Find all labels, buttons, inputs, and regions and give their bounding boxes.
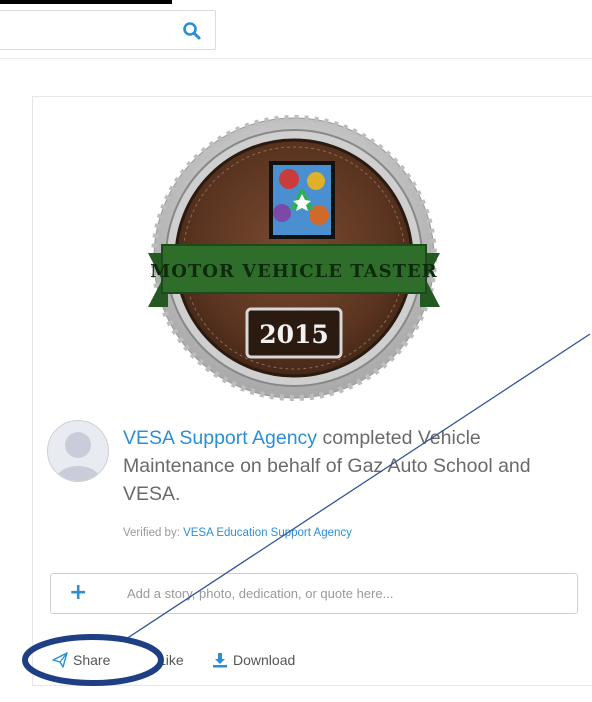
share-icon <box>52 652 68 668</box>
badge-year: 2015 <box>259 320 329 349</box>
story-input[interactable]: + Add a story, photo, dedication, or quo… <box>50 573 578 614</box>
search-input[interactable] <box>0 11 189 49</box>
share-label: Share <box>73 652 111 668</box>
like-label: Like <box>158 652 184 668</box>
badge-banner-text: MOTOR VEHICLE TASTER <box>150 261 437 282</box>
top-black-bar <box>0 0 172 4</box>
download-label: Download <box>233 652 296 668</box>
add-story-plus-icon[interactable]: + <box>69 579 87 607</box>
download-button[interactable]: Download <box>212 650 295 670</box>
story-placeholder: Add a story, photo, dedication, or quote… <box>127 586 394 601</box>
verified-link[interactable]: VESA Education Support Agency <box>183 527 352 539</box>
badge-image: MOTOR VEHICLE TASTER 2015 <box>144 113 444 403</box>
actor-link[interactable]: VESA Support Agency <box>123 427 317 449</box>
download-icon <box>213 653 227 668</box>
share-button[interactable]: Share <box>52 650 110 670</box>
avatar[interactable] <box>47 420 109 482</box>
activity-text: VESA Support Agency completed Vehicle Ma… <box>123 424 563 508</box>
like-button[interactable]: Like <box>158 650 184 670</box>
search-box[interactable] <box>0 10 216 50</box>
avatar-placeholder-icon <box>56 432 100 481</box>
verified-by: Verified by: VESA Education Support Agen… <box>123 527 352 539</box>
search-icon[interactable] <box>182 21 202 41</box>
header-divider <box>0 58 592 59</box>
verified-label: Verified by: <box>123 527 184 539</box>
